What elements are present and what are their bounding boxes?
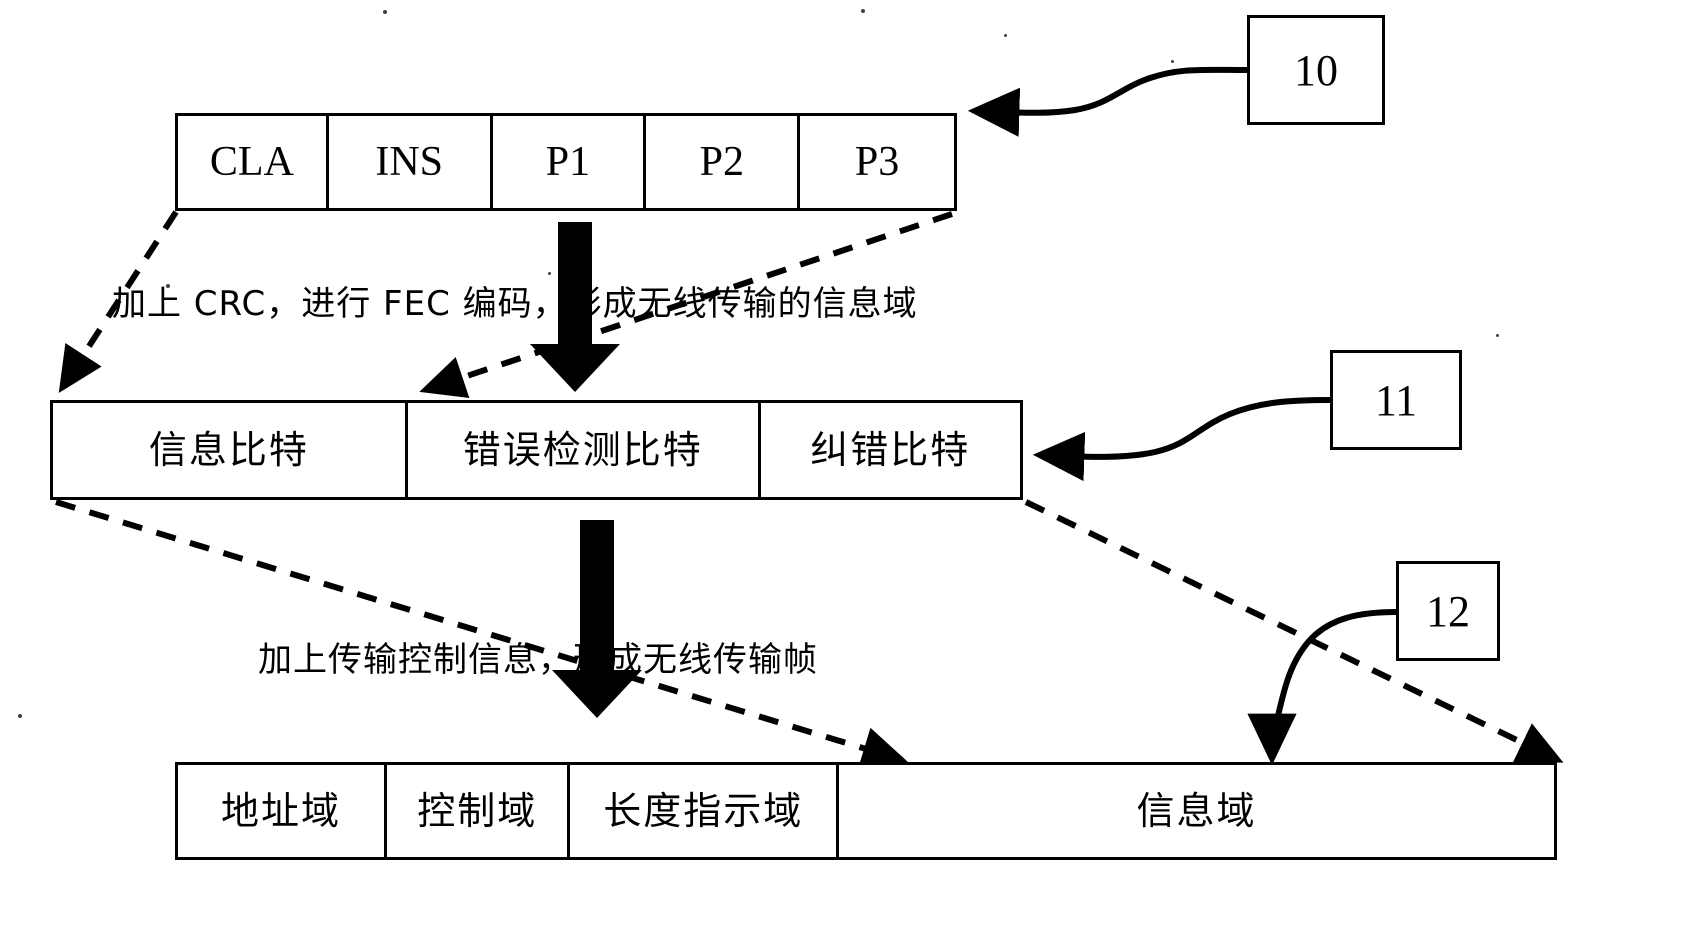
step-text-2: 加上传输控制信息，形成无线传输帧 [258,640,818,680]
dashed-link-3 [55,499,908,770]
process-arrow-2 [552,520,642,718]
apdu-cell-ins[interactable]: INS [328,116,493,208]
coded-field-row: 信息比特 错误检测比特 纠错比特 [50,400,1023,500]
leader-line-11 [1032,397,1333,482]
frame-cell-label: 地址域 [221,789,342,833]
apdu-cell-p2[interactable]: P2 [646,116,801,208]
apdu-cell-p1[interactable]: P1 [492,116,647,208]
callout-box-10[interactable]: 10 [1247,15,1385,125]
frame-cell-label: 控制域 [417,789,538,833]
apdu-cell-label: INS [375,139,444,185]
coded-cell-label: 错误检测比特 [462,428,703,472]
apdu-cell-label: CLA [209,139,294,185]
apdu-cell-p3[interactable]: P3 [800,116,954,208]
coded-cell-error-correction-bits[interactable]: 纠错比特 [760,403,1020,497]
callout-label: 10 [1294,45,1338,95]
leader-line-10 [967,66,1250,137]
apdu-cell-label: P3 [854,139,900,185]
callout-box-12[interactable]: 12 [1396,561,1500,661]
callout-label: 12 [1426,586,1470,636]
apdu-cell-cla[interactable]: CLA [178,116,329,208]
coded-cell-label: 信息比特 [148,428,309,472]
callout-label: 11 [1374,375,1418,425]
leader-line-12 [1247,609,1399,766]
frame-cell-information-field[interactable]: 信息域 [839,765,1554,857]
coded-cell-error-detection-bits[interactable]: 错误检测比特 [407,403,761,497]
callout-box-11[interactable]: 11 [1330,350,1462,450]
coded-cell-info-bits[interactable]: 信息比特 [53,403,408,497]
diagram-canvas: CLA INS P1 P2 P3 信息比特 错误检测比特 纠错比特 地址域 控制… [0,0,1708,940]
step-text-1: 加上 CRC，进行 FEC 编码，形成无线传输的信息域 [112,284,918,324]
frame-cell-address-field[interactable]: 地址域 [178,765,388,857]
frame-cell-control-field[interactable]: 控制域 [387,765,571,857]
command-apdu-row: CLA INS P1 P2 P3 [175,113,957,211]
frame-cell-length-indicator-field[interactable]: 长度指示域 [570,765,840,857]
frame-cell-label: 信息域 [1136,789,1257,833]
coded-cell-label: 纠错比特 [810,428,971,472]
apdu-cell-label: P1 [545,139,591,185]
frame-row: 地址域 控制域 长度指示域 信息域 [175,762,1557,860]
apdu-cell-label: P2 [699,139,744,185]
frame-cell-label: 长度指示域 [603,789,804,833]
